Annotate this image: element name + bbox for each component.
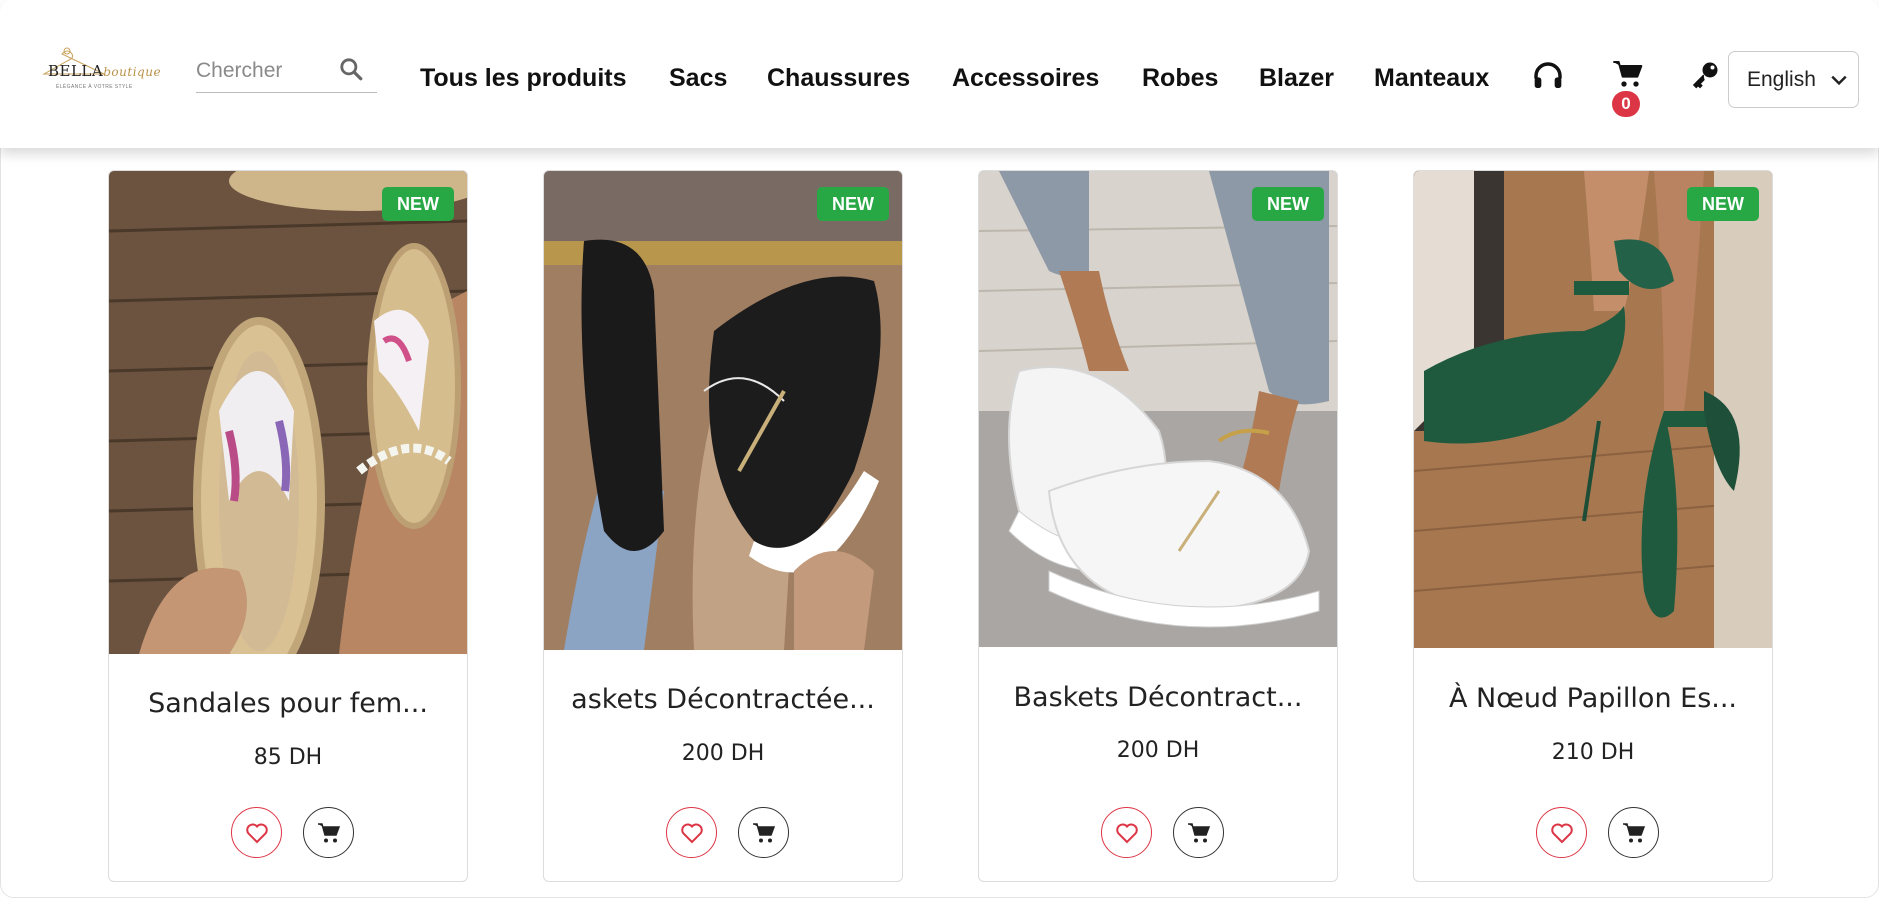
new-badge: NEW — [1252, 187, 1324, 221]
nav-item-chaussures[interactable]: Chaussures — [767, 64, 910, 93]
shopping-cart-icon — [1623, 823, 1646, 843]
shopping-cart-icon — [753, 823, 776, 843]
product-price: 210 DH — [1551, 740, 1635, 765]
add-to-favorites-button[interactable] — [666, 807, 717, 858]
product-card[interactable]: NEW Baskets Décontract... 200 DH — [978, 170, 1338, 882]
product-image[interactable] — [109, 171, 467, 654]
product-card[interactable]: NEW À Nœud Papillon Es... 210 DH — [1413, 170, 1773, 882]
nav-item-accessoires[interactable]: Accessoires — [952, 64, 1099, 93]
heart-icon — [1116, 823, 1138, 844]
heart-icon — [681, 823, 703, 844]
product-price: 85 DH — [253, 745, 323, 770]
add-to-cart-button[interactable] — [303, 807, 354, 858]
new-badge: NEW — [1687, 187, 1759, 221]
chevron-down-icon — [1831, 75, 1847, 86]
key-icon[interactable] — [1690, 60, 1720, 90]
nav-item-blazer[interactable]: Blazer — [1259, 64, 1334, 93]
site-header: BELLAboutique ÉLÉGANCE À VOTRE STYLE Tou… — [0, 0, 1879, 148]
nav-item-manteaux[interactable]: Manteaux — [1374, 64, 1489, 93]
brand-wordmark: BELLAboutique — [48, 62, 162, 80]
product-title[interactable]: Sandales pour fem... — [109, 688, 467, 719]
product-image[interactable] — [979, 171, 1337, 647]
cart-count-badge: 0 — [1612, 91, 1640, 117]
shopping-cart-icon — [318, 823, 341, 843]
product-image[interactable] — [1414, 171, 1772, 648]
search-box — [196, 50, 377, 93]
new-badge: NEW — [382, 187, 454, 221]
search-input[interactable] — [196, 56, 336, 86]
product-title[interactable]: askets Décontractée... — [544, 684, 902, 715]
language-selected-label: English — [1747, 68, 1816, 91]
nav-item-all-products[interactable]: Tous les produits — [420, 64, 627, 93]
product-image[interactable] — [544, 171, 902, 650]
add-to-favorites-button[interactable] — [231, 807, 282, 858]
product-title[interactable]: À Nœud Papillon Es... — [1414, 683, 1772, 714]
add-to-cart-button[interactable] — [1608, 807, 1659, 858]
heart-icon — [246, 823, 268, 844]
language-select[interactable]: English — [1728, 51, 1859, 108]
product-card[interactable]: NEW Sandales pour fem... 85 DH — [108, 170, 468, 882]
shopping-cart-icon — [1188, 823, 1211, 843]
headphones-icon[interactable] — [1532, 60, 1564, 92]
search-icon[interactable] — [338, 56, 364, 82]
product-card[interactable]: NEW askets Décontractée... 200 DH — [543, 170, 903, 882]
new-badge: NEW — [817, 187, 889, 221]
shopping-cart-icon[interactable] — [1612, 58, 1644, 90]
add-to-favorites-button[interactable] — [1101, 807, 1152, 858]
add-to-cart-button[interactable] — [738, 807, 789, 858]
heart-icon — [1551, 823, 1573, 844]
add-to-favorites-button[interactable] — [1536, 807, 1587, 858]
brand-tagline: ÉLÉGANCE À VOTRE STYLE — [56, 84, 133, 90]
brand-logo[interactable]: BELLAboutique ÉLÉGANCE À VOTRE STYLE — [34, 44, 161, 100]
nav-item-sacs[interactable]: Sacs — [669, 64, 727, 93]
product-title[interactable]: Baskets Décontract... — [979, 682, 1337, 713]
add-to-cart-button[interactable] — [1173, 807, 1224, 858]
product-price: 200 DH — [681, 741, 765, 766]
nav-item-robes[interactable]: Robes — [1142, 64, 1218, 93]
product-price: 200 DH — [1116, 738, 1200, 763]
